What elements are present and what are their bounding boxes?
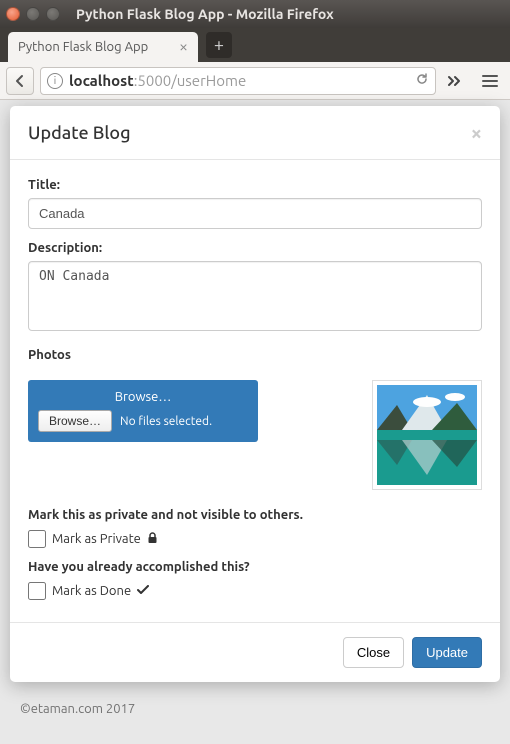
hamburger-menu-button[interactable]	[476, 67, 504, 95]
window-close-button[interactable]	[6, 7, 20, 21]
description-input[interactable]: ON Canada	[28, 261, 482, 331]
check-icon	[137, 584, 149, 598]
window-maximize-button[interactable]	[46, 7, 60, 21]
page-content: ©etaman.com 2017 Update Blog × Title: De…	[0, 100, 510, 744]
title-input[interactable]	[28, 198, 482, 229]
description-label: Description:	[28, 241, 482, 255]
lock-icon	[147, 532, 158, 547]
window-title: Python Flask Blog App - Mozilla Firefox	[76, 6, 334, 22]
private-checkbox-row: Mark as Private	[28, 530, 482, 548]
done-checkbox[interactable]	[28, 582, 46, 600]
back-button[interactable]	[6, 67, 34, 95]
close-button[interactable]: Close	[343, 637, 404, 668]
done-heading: Have you already accomplished this?	[28, 560, 482, 574]
modal-title: Update Blog	[28, 123, 131, 143]
browser-tabstrip: Python Flask Blog App × +	[0, 28, 510, 62]
private-heading: Mark this as private and not visible to …	[28, 508, 482, 522]
photos-row: Browse… Browse… No files selected.	[28, 380, 482, 490]
title-label: Title:	[28, 178, 482, 192]
private-checkbox-label: Mark as Private	[52, 532, 141, 546]
new-tab-button[interactable]: +	[206, 32, 232, 58]
modal-close-icon[interactable]: ×	[471, 121, 482, 144]
lake-photo-icon	[377, 385, 477, 485]
url-text: localhost:5000/userHome	[69, 72, 246, 89]
reload-icon[interactable]	[415, 72, 429, 89]
tab-label: Python Flask Blog App	[18, 40, 148, 54]
browser-tab[interactable]: Python Flask Blog App ×	[8, 32, 198, 62]
done-checkbox-label: Mark as Done	[52, 584, 131, 598]
upload-browse-label: Browse…	[28, 390, 258, 410]
update-button[interactable]: Update	[412, 637, 482, 668]
address-bar[interactable]: i localhost:5000/userHome	[40, 67, 436, 95]
window-minimize-button[interactable]	[26, 7, 40, 21]
private-checkbox[interactable]	[28, 530, 46, 548]
no-files-text: No files selected.	[120, 415, 212, 428]
overflow-button[interactable]	[442, 67, 470, 95]
photo-thumbnail[interactable]	[372, 380, 482, 490]
modal-footer: Close Update	[10, 622, 500, 682]
file-upload-widget[interactable]: Browse… Browse… No files selected.	[28, 380, 258, 442]
modal-body: Title: Description: ON Canada Photos Bro…	[10, 160, 500, 622]
tab-close-icon[interactable]: ×	[179, 38, 188, 56]
modal-header: Update Blog ×	[10, 106, 500, 160]
done-checkbox-row: Mark as Done	[28, 582, 482, 600]
window-titlebar: Python Flask Blog App - Mozilla Firefox	[0, 0, 510, 28]
browser-toolbar: i localhost:5000/userHome	[0, 62, 510, 100]
update-blog-modal: Update Blog × Title: Description: ON Can…	[10, 106, 500, 682]
browse-button[interactable]: Browse…	[38, 410, 112, 432]
photos-label: Photos	[28, 348, 482, 362]
site-info-icon[interactable]: i	[47, 73, 63, 89]
